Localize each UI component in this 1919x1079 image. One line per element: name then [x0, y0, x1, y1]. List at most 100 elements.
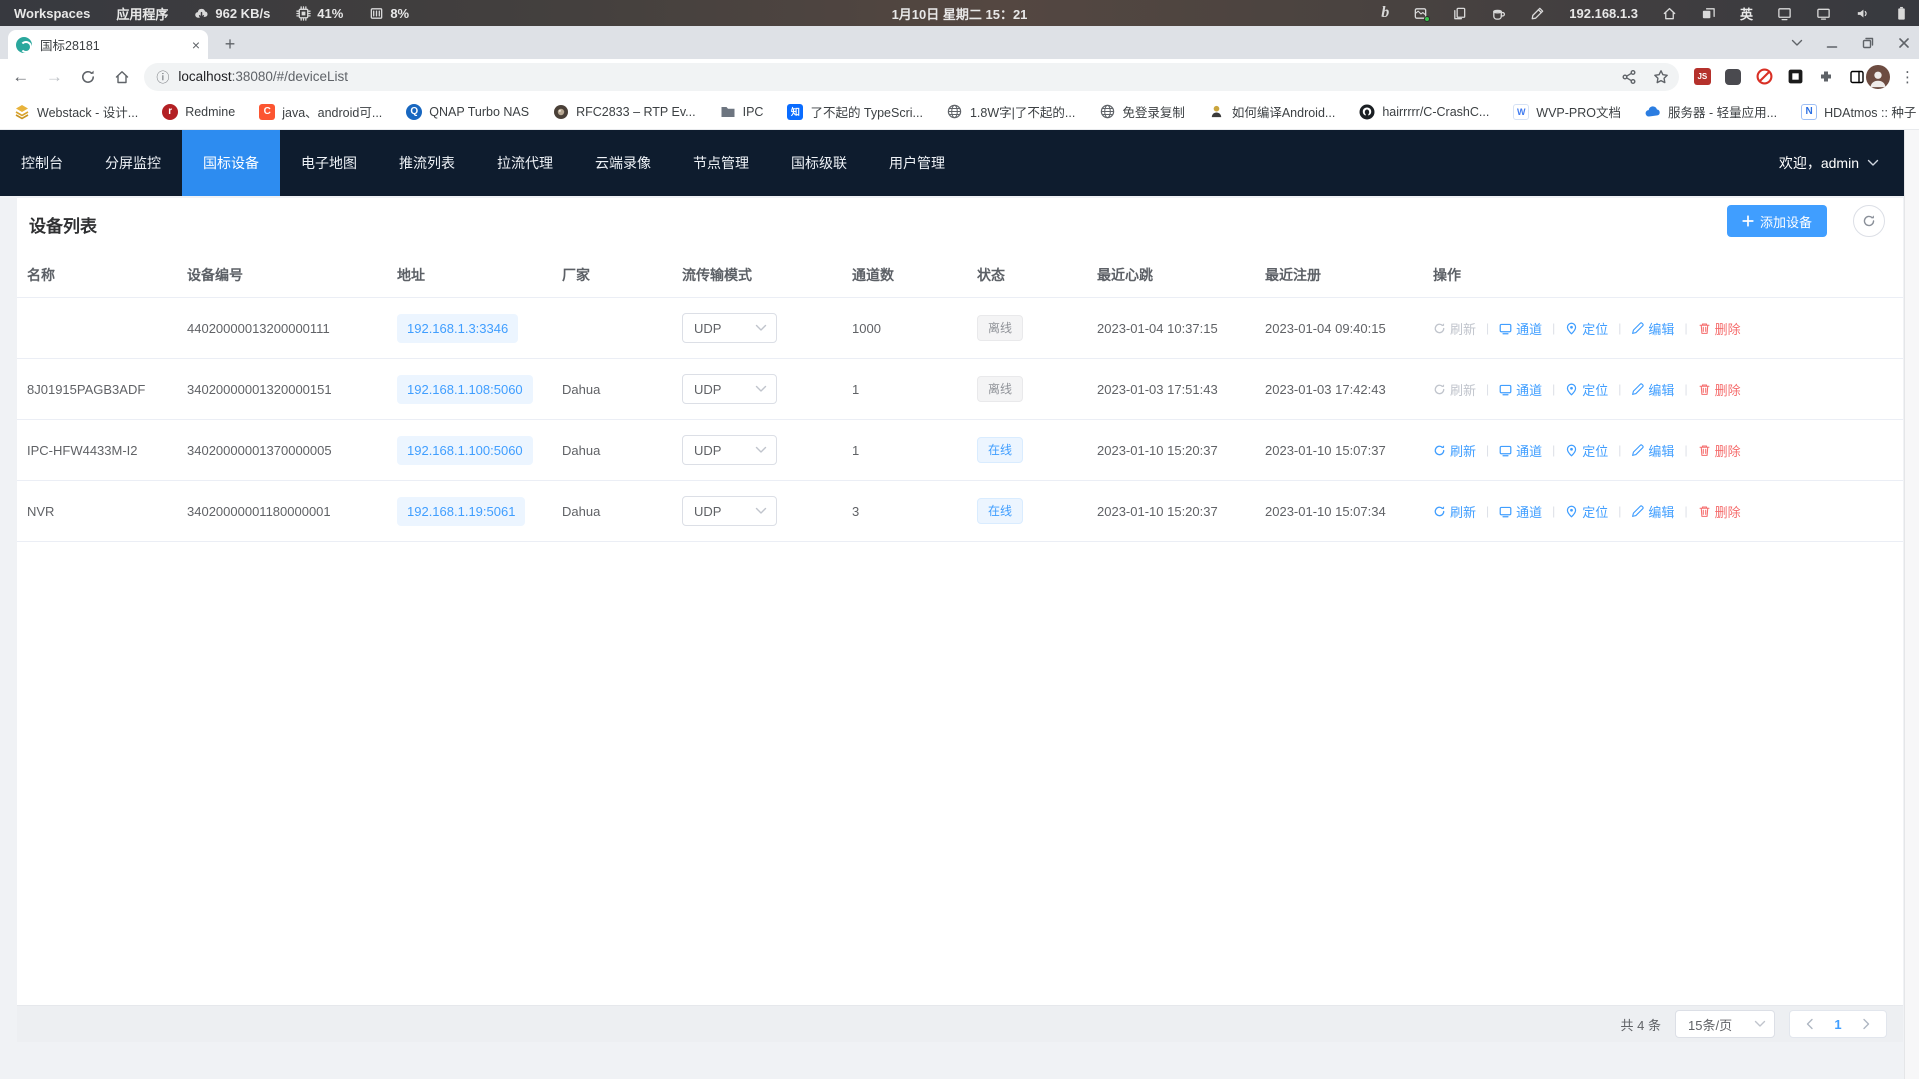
forward-icon[interactable]: →: [42, 64, 68, 90]
window-switcher-icon[interactable]: [1701, 6, 1716, 21]
user-menu[interactable]: 欢迎，admin: [1779, 130, 1879, 196]
battery-icon[interactable]: [1894, 6, 1909, 21]
op-refresh-link[interactable]: 刷新: [1433, 441, 1476, 460]
input-method-indicator[interactable]: 英: [1740, 4, 1753, 23]
nav-item-3[interactable]: 电子地图: [280, 130, 378, 196]
color-picker-icon[interactable]: [1530, 6, 1545, 21]
device-address-chip[interactable]: 192.168.1.19:5061: [397, 497, 525, 526]
bookmark-item[interactable]: 1.8W字|了不起的...: [947, 102, 1075, 121]
bookmark-item[interactable]: RFC2833 – RTP Ev...: [553, 104, 696, 120]
share-icon[interactable]: [1621, 69, 1637, 85]
op-refresh-link[interactable]: 刷新: [1433, 319, 1476, 338]
op-edit-link[interactable]: 编辑: [1631, 380, 1674, 399]
device-address-chip[interactable]: 192.168.1.3:3346: [397, 314, 518, 343]
stream-mode-select[interactable]: UDP: [682, 435, 777, 465]
site-info-icon[interactable]: ⓘ: [156, 67, 169, 86]
url-bar[interactable]: ⓘ localhost :38080/#/deviceList: [144, 63, 1679, 91]
window-menu-chevron-icon[interactable]: [1791, 39, 1803, 47]
nav-item-2[interactable]: 国标设备: [182, 130, 280, 196]
applications-menu[interactable]: 应用程序: [116, 4, 168, 23]
op-channels-link[interactable]: 通道: [1499, 319, 1542, 338]
profile-avatar[interactable]: [1866, 65, 1890, 89]
nav-item-6[interactable]: 云端录像: [574, 130, 672, 196]
workspaces-button[interactable]: Workspaces: [14, 6, 90, 21]
op-edit-link[interactable]: 编辑: [1631, 502, 1674, 521]
device-address-chip[interactable]: 192.168.1.108:5060: [397, 375, 533, 404]
nav-item-0[interactable]: 控制台: [0, 130, 84, 196]
new-tab-button[interactable]: +: [218, 32, 242, 56]
bookmark-item[interactable]: 如何编译Android...: [1209, 102, 1336, 121]
op-edit-link[interactable]: 编辑: [1631, 319, 1674, 338]
op-channels-link[interactable]: 通道: [1499, 380, 1542, 399]
op-delete-link[interactable]: 删除: [1698, 502, 1741, 521]
op-refresh-link[interactable]: 刷新: [1433, 502, 1476, 521]
tab-close-icon[interactable]: ×: [192, 38, 200, 52]
bookmark-item[interactable]: Q QNAP Turbo NAS: [406, 104, 529, 120]
op-channels-link[interactable]: 通道: [1499, 441, 1542, 460]
bookmark-item[interactable]: 知 了不起的 TypeScri...: [787, 102, 923, 121]
op-edit-link[interactable]: 编辑: [1631, 441, 1674, 460]
side-panel-extension-icon[interactable]: [1848, 68, 1866, 86]
nav-item-4[interactable]: 推流列表: [378, 130, 476, 196]
bing-icon[interactable]: b: [1381, 5, 1389, 21]
browser-menu-icon[interactable]: ⋮: [1900, 68, 1919, 86]
back-icon[interactable]: ←: [8, 64, 34, 90]
bookmark-item[interactable]: 服务器 - 轻量应用...: [1645, 102, 1777, 121]
bookmark-item[interactable]: 免登录复制: [1099, 102, 1185, 121]
volume-icon[interactable]: [1855, 6, 1870, 21]
op-refresh-link[interactable]: 刷新: [1433, 380, 1476, 399]
nav-item-9[interactable]: 用户管理: [868, 130, 966, 196]
window-close-button[interactable]: [1897, 36, 1911, 50]
cast-icon[interactable]: [1777, 6, 1792, 21]
browser-tab[interactable]: 国标28181 ×: [8, 30, 208, 59]
cell-heartbeat: 2023-01-10 15:20:37: [1087, 504, 1255, 519]
home-icon[interactable]: [109, 64, 135, 90]
nav-item-5[interactable]: 拉流代理: [476, 130, 574, 196]
current-page[interactable]: 1: [1824, 1017, 1852, 1032]
op-locate-link[interactable]: 定位: [1565, 441, 1608, 460]
reload-icon[interactable]: [75, 64, 101, 90]
clock[interactable]: 1月10日 星期二 15：21: [892, 4, 1028, 23]
page-size-select[interactable]: 15条/页: [1675, 1010, 1775, 1038]
bookmark-star-icon[interactable]: [1653, 69, 1669, 85]
op-delete-link[interactable]: 删除: [1698, 441, 1741, 460]
coffee-icon[interactable]: [1491, 6, 1506, 21]
blocked-extension-icon[interactable]: [1755, 68, 1773, 86]
ip-address-indicator[interactable]: 192.168.1.3: [1569, 6, 1638, 21]
op-channels-link[interactable]: 通道: [1499, 502, 1542, 521]
add-device-button[interactable]: 添加设备: [1727, 205, 1827, 237]
stream-mode-select[interactable]: UDP: [682, 374, 777, 404]
copy-icon[interactable]: [1452, 6, 1467, 21]
bookmark-item[interactable]: C java、android可...: [259, 102, 382, 121]
puzzle-extension-icon[interactable]: [1817, 68, 1835, 86]
bookmark-item[interactable]: r Redmine: [162, 104, 235, 120]
bookmark-item[interactable]: Webstack - 设计...: [14, 102, 138, 121]
dark-extension-extension-icon[interactable]: [1724, 68, 1742, 86]
op-delete-link[interactable]: 删除: [1698, 380, 1741, 399]
bookmark-item[interactable]: N HDAtmos :: 种子 *...: [1801, 102, 1919, 121]
refresh-list-button[interactable]: [1853, 205, 1885, 237]
op-locate-link[interactable]: 定位: [1565, 319, 1608, 338]
op-locate-link[interactable]: 定位: [1565, 380, 1608, 399]
page-scrollbar[interactable]: [1904, 130, 1919, 1079]
home-icon[interactable]: [1662, 6, 1677, 21]
bookmark-item[interactable]: W WVP-PRO文档: [1513, 102, 1621, 121]
screenshot-icon[interactable]: [1413, 6, 1428, 21]
js-badge-extension-icon[interactable]: JS: [1693, 68, 1711, 86]
stream-mode-select[interactable]: UDP: [682, 496, 777, 526]
bookmark-item[interactable]: hairrrrr/C-CrashC...: [1359, 104, 1489, 120]
prev-page-button[interactable]: [1796, 1011, 1824, 1037]
nav-item-1[interactable]: 分屏监控: [84, 130, 182, 196]
window-minimize-button[interactable]: [1825, 36, 1839, 50]
next-page-button[interactable]: [1852, 1011, 1880, 1037]
stream-mode-select[interactable]: UDP: [682, 313, 777, 343]
display-icon[interactable]: [1816, 6, 1831, 21]
qr-scanner-extension-icon[interactable]: [1786, 68, 1804, 86]
nav-item-7[interactable]: 节点管理: [672, 130, 770, 196]
window-restore-button[interactable]: [1861, 36, 1875, 50]
op-locate-link[interactable]: 定位: [1565, 502, 1608, 521]
device-address-chip[interactable]: 192.168.1.100:5060: [397, 436, 533, 465]
op-delete-link[interactable]: 删除: [1698, 319, 1741, 338]
nav-item-8[interactable]: 国标级联: [770, 130, 868, 196]
bookmark-item[interactable]: IPC: [720, 104, 764, 120]
